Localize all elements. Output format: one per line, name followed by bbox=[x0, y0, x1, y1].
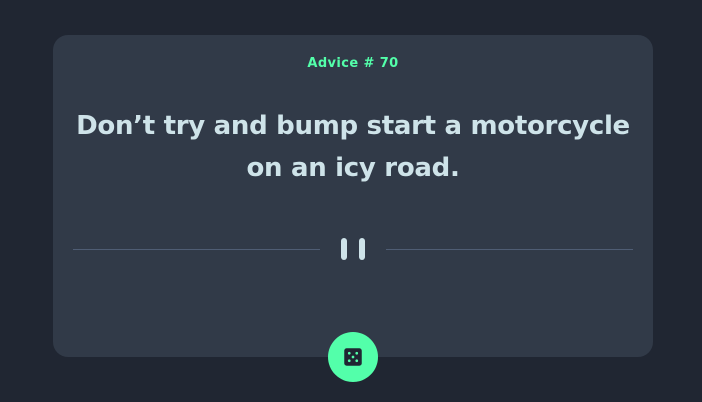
advice-card: Advice # 70 Don’t try and bump start a m… bbox=[53, 35, 653, 357]
pause-icon bbox=[340, 236, 366, 264]
dice-icon bbox=[344, 348, 362, 366]
divider-line-right bbox=[386, 249, 633, 250]
advice-quote: Don’t try and bump start a motorcycle on… bbox=[76, 111, 630, 183]
advice-id-label: Advice # 70 bbox=[307, 56, 399, 71]
new-advice-button[interactable] bbox=[328, 332, 378, 382]
divider bbox=[73, 236, 633, 264]
divider-line-left bbox=[73, 249, 320, 250]
